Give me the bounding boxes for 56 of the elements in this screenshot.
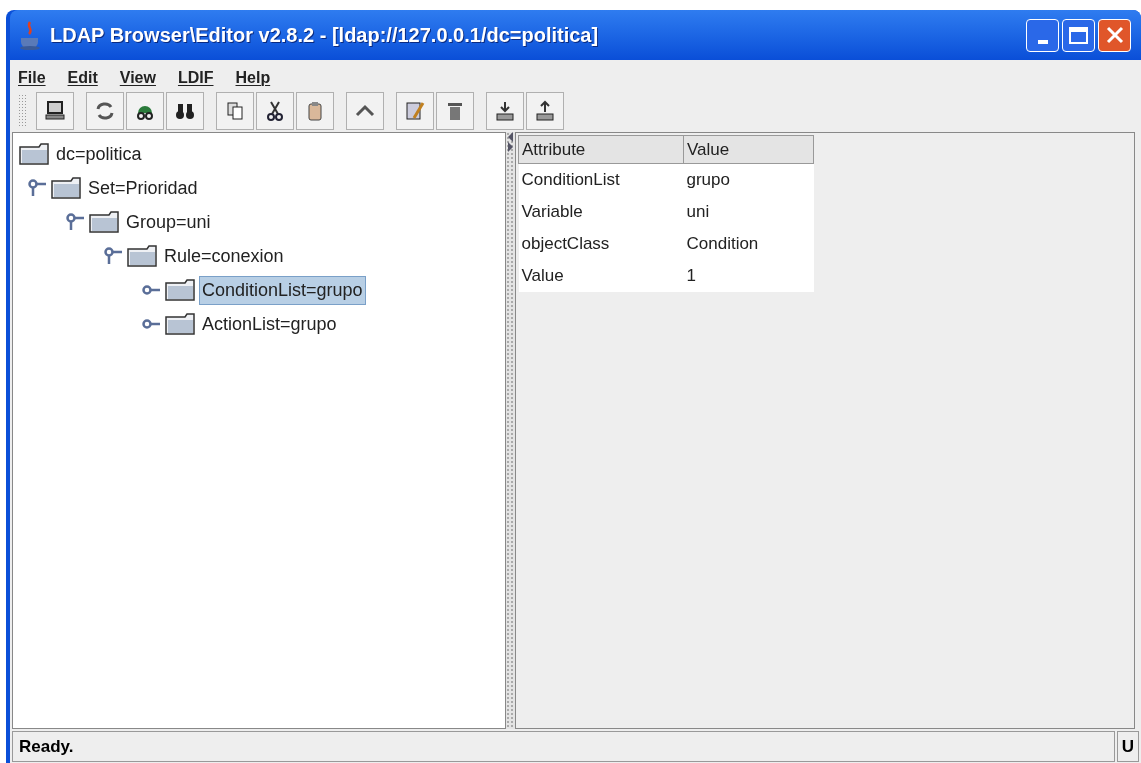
tree-node[interactable]: ActionList=grupo [199,309,340,339]
trash-button[interactable] [436,92,474,130]
folder-icon [19,143,49,165]
menu-item[interactable]: Edit [67,66,98,90]
coffee-cup-icon [18,20,42,50]
refresh-button[interactable] [86,92,124,130]
table-cell: Condition [683,227,814,260]
minimize-button[interactable] [1026,18,1059,52]
table-cell: uni [683,195,814,228]
folder-icon [89,211,119,233]
menu-item[interactable]: Help [235,66,271,90]
status-indicator: U [1117,731,1139,762]
pencil-edit-icon [403,99,427,123]
close-icon [1105,26,1124,44]
tree-node[interactable]: Set=Prioridad [85,173,201,203]
column-header[interactable]: Value [683,135,814,164]
minimize-icon [1037,39,1048,44]
tray-down-arrow-icon [493,99,517,123]
expand-handle[interactable] [27,178,47,198]
clipboard-button[interactable] [296,92,334,130]
menu-item[interactable]: LDIF [177,66,214,90]
scissors-button[interactable] [256,92,294,130]
tree-node[interactable]: dc=politica [53,139,145,169]
maximize-button[interactable] [1062,18,1095,52]
table-cell: objectClass [518,227,684,260]
menu-item[interactable]: File [18,66,46,90]
binoculars-button[interactable] [166,92,204,130]
table-cell: 1 [683,259,814,292]
tray-up-arrow-button[interactable] [526,92,564,130]
expand-handle[interactable] [103,246,123,266]
helmet-search-button[interactable] [126,92,164,130]
chevron-up-button[interactable] [346,92,384,130]
computer-icon [43,99,67,123]
table-cell: Value [518,259,684,292]
table-cell: ConditionList [518,163,684,196]
close-button[interactable] [1098,18,1131,52]
copy-button[interactable] [216,92,254,130]
table-cell: grupo [683,163,814,196]
folder-icon [51,177,81,199]
menu-item[interactable]: View [119,66,156,90]
table-cell: Variable [518,195,684,228]
pencil-edit-button[interactable] [396,92,434,130]
tree-node[interactable]: Group=uni [123,207,214,237]
tree-node[interactable]: ConditionList=grupo [199,275,366,305]
expand-handle[interactable] [65,212,85,232]
tree-node[interactable]: Rule=conexion [161,241,287,271]
folder-icon [165,313,195,335]
window-title: LDAP Browser\Editor v2.8.2 - [ldap://127.0.0.1/dc=politica] [50,23,600,48]
status-message: Ready. [12,731,1115,762]
tray-down-arrow-button[interactable] [486,92,524,130]
tray-up-arrow-icon [533,99,557,123]
computer-button[interactable] [36,92,74,130]
folder-icon [165,279,195,301]
column-header[interactable]: Attribute [518,135,684,164]
folder-icon [127,245,157,267]
maximize-icon [1069,26,1088,44]
